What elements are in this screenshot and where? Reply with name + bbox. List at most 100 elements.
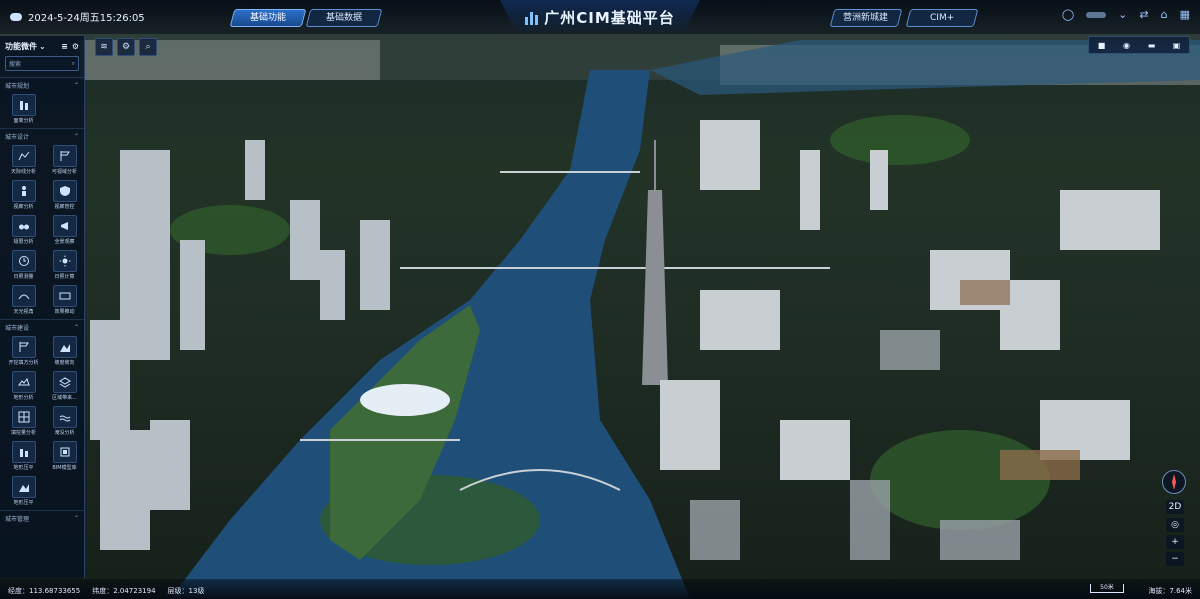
tool-label: 极限分析 — [13, 239, 34, 245]
sun-icon — [52, 250, 77, 272]
datetime: 2024-5-24周五15:26:05 — [10, 9, 145, 24]
chevron-up-icon[interactable]: ⌃ — [74, 82, 79, 89]
tool-flood[interactable]: 淹没分析 — [46, 406, 83, 436]
compass[interactable] — [1162, 470, 1186, 494]
building-icon — [11, 441, 36, 463]
fullscreen-button[interactable]: ▣ — [1164, 37, 1189, 53]
search-input[interactable]: 搜索 ⌕ — [5, 56, 79, 71]
tool-label: 天光视角 — [13, 309, 34, 315]
level-readout: 层级：13级 — [167, 587, 205, 595]
tool-terrain[interactable]: 地形分析 — [5, 371, 42, 401]
scale-label: 50米 — [1100, 584, 1114, 591]
map-search-button[interactable]: ⌕ — [139, 38, 157, 56]
search-icon[interactable]: ⌕ — [72, 60, 75, 68]
top-right-tools: ◯ ⌄ ⇄ ⌂ ▦ — [1062, 8, 1190, 21]
tab-basic-data[interactable]: 基础数据 — [305, 9, 383, 27]
map-scene[interactable] — [0, 0, 1200, 599]
section-city-design[interactable]: 城市设计 ⌃ — [0, 128, 84, 143]
gear-icon: ⚙ — [121, 42, 131, 52]
water-icon — [52, 406, 77, 428]
city-render — [0, 0, 1200, 599]
mode-label: 2D — [1168, 502, 1182, 512]
tool-skyline[interactable]: 天际线分析 — [5, 145, 42, 175]
2d-toggle-button[interactable]: 2D — [1166, 500, 1184, 514]
tool-terrain-flatten[interactable]: 地形压平 — [5, 441, 42, 471]
eye-button[interactable]: ◉ — [1114, 37, 1139, 53]
tab-label: 基础数据 — [325, 13, 362, 23]
tool-sunlight-calc[interactable]: 日照计算 — [46, 250, 83, 280]
tool-label: 地形压平 — [13, 500, 34, 506]
tool-slope[interactable]: 坡度坡向 — [46, 336, 83, 366]
tool-distance-analysis[interactable]: 面离分析 — [5, 94, 42, 124]
grid-icon[interactable]: ▦ — [1180, 8, 1190, 21]
tool-label: 地形分析 — [13, 395, 34, 401]
tool-sight-corridor[interactable]: 视廊分析 — [5, 180, 42, 210]
settings-button[interactable]: ⚙ — [117, 38, 135, 56]
chevron-up-icon[interactable]: ⌃ — [74, 324, 79, 331]
tool-bim-library[interactable]: BIM模型库 — [46, 441, 83, 471]
chevron-down-icon[interactable]: ⌄ — [39, 42, 46, 51]
zoom-in-button[interactable]: + — [1166, 535, 1184, 549]
tool-limit-analysis[interactable]: 极限分析 — [5, 215, 42, 245]
city-logo-icon — [525, 11, 539, 25]
clock-icon — [11, 250, 36, 272]
bim-icon — [52, 441, 77, 463]
mountain-icon — [11, 476, 36, 498]
tool-label: 淹没分析 — [54, 430, 75, 436]
compass-needle-icon — [1172, 474, 1176, 490]
tab-label: 基础功能 — [249, 13, 286, 23]
tool-region[interactable]: 区域带来... — [46, 371, 83, 401]
chevron-up-icon[interactable]: ⌃ — [74, 515, 79, 522]
flag-icon — [11, 336, 36, 358]
tool-label: 日照计算 — [54, 274, 75, 280]
tool-label: 区域带来... — [52, 395, 77, 401]
tool-effect-push[interactable]: 效果推动 — [46, 285, 83, 315]
tool-viewshed[interactable]: 可视域分析 — [46, 145, 83, 175]
page-title: 广州CIM基础平台 — [525, 7, 675, 28]
swap-icon[interactable]: ⇄ — [1139, 8, 1148, 21]
section-title: 城市建设 — [5, 324, 30, 332]
settings-icon[interactable]: ⚙ — [72, 42, 79, 51]
user-icon[interactable]: ◯ — [1062, 8, 1074, 21]
tool-panorama[interactable]: 全景观察 — [46, 215, 83, 245]
tool-sunlight-measure[interactable]: 日照测量 — [5, 250, 42, 280]
building-icon — [11, 94, 36, 116]
flag-icon — [52, 145, 77, 167]
camera-button[interactable]: ■ — [1089, 37, 1114, 53]
tool-sky-view[interactable]: 天光视角 — [5, 285, 42, 315]
fullscreen-icon: ▣ — [1172, 40, 1181, 50]
tool-grid-design: 天际线分析 可视域分析 视廊分析 视廊管控 极限分析 全景观察 日照测量 日照计… — [0, 143, 84, 319]
tool-label: 面离分析 — [13, 118, 34, 124]
eye-icon: ◉ — [1123, 40, 1130, 50]
tool-excavation[interactable]: 开挖填方分析 — [5, 336, 42, 366]
layer-button[interactable]: ▬ — [1139, 37, 1164, 53]
section-city-construction[interactable]: 城市建设 ⌃ — [0, 319, 84, 334]
section-title: 城市规划 — [5, 82, 30, 90]
section-city-management[interactable]: 城市管理 ⌃ — [0, 510, 84, 525]
locate-button[interactable]: ◎ — [1166, 518, 1184, 532]
list-icon[interactable]: ≡ — [61, 42, 68, 51]
chevron-up-icon[interactable]: ⌃ — [74, 133, 79, 140]
layers-button[interactable]: ≋ — [95, 38, 113, 56]
tab-cim-plus[interactable]: CIM+ — [905, 9, 979, 27]
user-name[interactable] — [1086, 11, 1107, 18]
tool-terrain-flatten-2[interactable]: 地形压平 — [5, 476, 42, 506]
tool-cut-fill[interactable]: 填挖量分析 — [5, 406, 42, 436]
latitude-readout: 纬度：2.04723194 — [92, 587, 156, 595]
scale-bar: 50米 — [1090, 584, 1124, 593]
chevron-down-icon[interactable]: ⌄ — [1118, 8, 1127, 21]
tool-label: 地形压平 — [13, 465, 34, 471]
tab-new-city[interactable]: 营洲新城建 — [829, 9, 903, 27]
tool-corridor-control[interactable]: 视廊管控 — [46, 180, 83, 210]
skyline-icon — [11, 145, 36, 167]
home-icon[interactable]: ⌂ — [1161, 8, 1168, 21]
title-text: 广州CIM基础平台 — [544, 9, 675, 27]
tool-label: 全景观察 — [54, 239, 75, 245]
zoom-out-button[interactable]: − — [1166, 552, 1184, 566]
section-city-planning[interactable]: 城市规划 ⌃ — [0, 77, 84, 92]
plus-icon: + — [1171, 537, 1179, 547]
mountain-icon — [52, 336, 77, 358]
section-title: 城市管理 — [5, 515, 30, 523]
tab-basic-functions[interactable]: 基础功能 — [229, 9, 307, 27]
search-placeholder: 搜索 — [9, 61, 22, 68]
